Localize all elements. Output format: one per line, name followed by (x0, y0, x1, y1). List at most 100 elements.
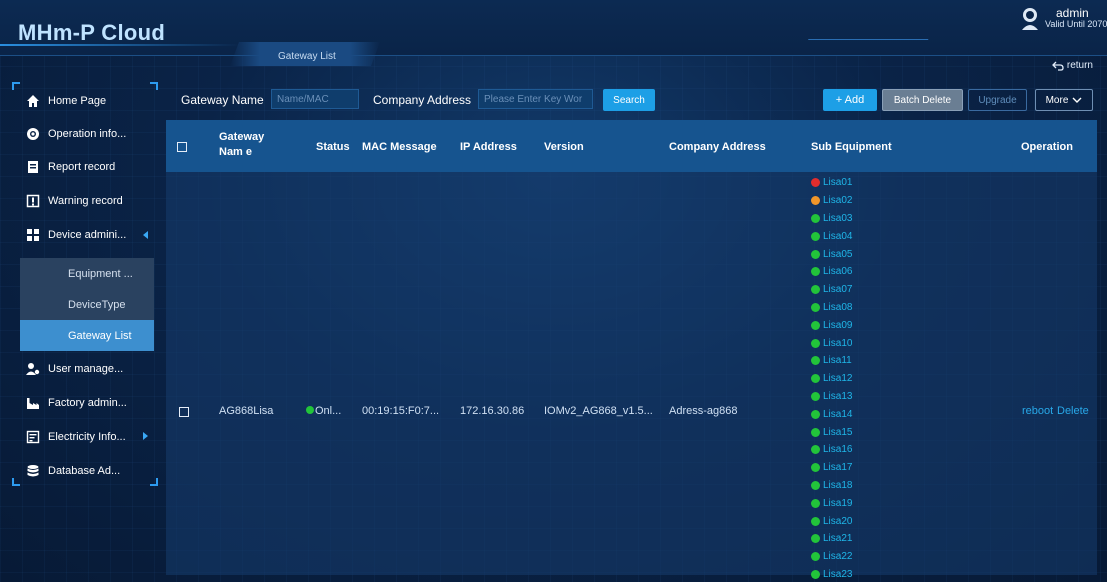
sub-equipment-label: Lisa03 (823, 212, 853, 224)
sidebar-item-user-manage[interactable]: User manage... (16, 352, 154, 386)
status-dot (811, 445, 820, 455)
sub-equipment-item[interactable]: Lisa08 (811, 299, 961, 317)
column-header-mac[interactable]: MAC Message (362, 141, 437, 153)
column-header-sub-equipment[interactable]: Sub Equipment (811, 141, 892, 153)
status-dot (811, 249, 820, 259)
status-dot (811, 374, 820, 384)
sub-equipment-item[interactable]: Lisa23 (811, 566, 961, 582)
sidebar-item-label: Device admini... (48, 229, 127, 241)
sub-equipment-item[interactable]: Lisa20 (811, 512, 961, 530)
sidebar-subitem-devicetype[interactable]: DeviceType (20, 289, 154, 320)
users-icon (26, 363, 40, 375)
status-text: Onl... (315, 405, 342, 417)
sidebar-item-factory-admin[interactable]: Factory admin... (16, 386, 154, 420)
sub-equipment-item[interactable]: Lisa04 (811, 227, 961, 245)
sidebar-item-device-admin[interactable]: Device admini... (16, 218, 154, 252)
upgrade-button[interactable]: Upgrade (968, 89, 1027, 111)
sub-equipment-item[interactable]: Lisa10 (811, 334, 961, 352)
return-icon (1051, 61, 1064, 71)
status-dot (811, 178, 820, 188)
gateway-name-label: Gateway Name (181, 93, 264, 107)
current-tab-label: Gateway List (278, 51, 336, 62)
sidebar-item-operation-info[interactable]: Operation info... (16, 117, 154, 151)
sub-equipment-item[interactable]: Lisa14 (811, 405, 961, 423)
reboot-link[interactable]: reboot (1022, 405, 1053, 417)
sub-equipment-item[interactable]: Lisa21 (811, 530, 961, 548)
sub-equipment-item[interactable]: Lisa02 (811, 192, 961, 210)
sub-equipment-item[interactable]: Lisa17 (811, 459, 961, 477)
sidebar-item-label: Factory admin... (48, 397, 127, 409)
expand-arrow-icon (143, 231, 148, 239)
batch-delete-button[interactable]: Batch Delete (882, 89, 963, 111)
sub-equipment-label: Lisa11 (823, 355, 852, 367)
sidebar-item-label: Electricity Info... (48, 431, 126, 443)
status-dot (811, 302, 820, 312)
sub-equipment-label: Lisa04 (823, 230, 853, 242)
status-dot (811, 356, 820, 366)
grid-icon (27, 229, 39, 241)
company-address-input[interactable] (478, 89, 593, 109)
sidebar-item-report-record[interactable]: Report record (16, 150, 154, 184)
gateway-table: Gateway Nam e Status MAC Message IP Addr… (166, 120, 1097, 580)
sidebar-subitem-equipment[interactable]: Equipment ... (20, 258, 154, 289)
sub-equipment-label: Lisa19 (823, 497, 853, 509)
sidebar: Home Page Operation info... Report recor… (12, 82, 158, 486)
sub-equipment-item[interactable]: Lisa01 (811, 174, 961, 192)
gateway-name-input[interactable] (271, 89, 359, 109)
header-decoration (785, 0, 929, 40)
sub-equipment-label: Lisa07 (823, 284, 853, 296)
status-dot (811, 498, 820, 508)
status-dot (811, 480, 820, 490)
sub-equipment-item[interactable]: Lisa22 (811, 548, 961, 566)
sub-equipment-label: Lisa23 (823, 568, 853, 580)
sub-equipment-item[interactable]: Lisa13 (811, 388, 961, 406)
sub-equipment-item[interactable]: Lisa15 (811, 423, 961, 441)
sidebar-item-label: Home Page (48, 95, 107, 107)
sidebar-item-database-admin[interactable]: Database Ad... (16, 454, 154, 488)
status-dot (811, 285, 820, 295)
search-button[interactable]: Search (603, 89, 655, 111)
sidebar-subitem-label: Gateway List (68, 329, 132, 342)
column-header-version[interactable]: Version (544, 141, 584, 153)
return-label: return (1066, 60, 1093, 71)
sub-equipment-item[interactable]: Lisa11 (811, 352, 961, 370)
status-dot (811, 213, 820, 223)
status-dot (811, 338, 820, 348)
row-checkbox[interactable] (179, 407, 189, 417)
avatar-icon (1022, 8, 1038, 30)
sub-equipment-item[interactable]: Lisa12 (811, 370, 961, 388)
column-header-operation[interactable]: Operation (1021, 141, 1073, 153)
sub-equipment-item[interactable]: Lisa06 (811, 263, 961, 281)
sub-equipment-label: Lisa17 (823, 462, 853, 474)
sidebar-item-electricity-info[interactable]: Electricity Info... (16, 420, 154, 454)
cell-mac: 00:19:15:F0:7... (362, 405, 440, 417)
sub-equipment-item[interactable]: Lisa03 (811, 210, 961, 228)
sub-equipment-item[interactable]: Lisa18 (811, 477, 961, 495)
sidebar-subitem-gateway-list[interactable]: Gateway List (20, 320, 154, 351)
user-valid-until: Valid Until 2070-12-31 (1045, 19, 1107, 29)
column-header-ip[interactable]: IP Address (460, 141, 517, 153)
sub-equipment-label: Lisa18 (823, 479, 853, 491)
return-button[interactable]: return (1051, 60, 1093, 71)
sub-equipment-item[interactable]: Lisa07 (811, 281, 961, 299)
sidebar-item-warning-record[interactable]: Warning record (16, 184, 154, 218)
status-dot (811, 427, 820, 437)
more-button[interactable]: More (1035, 89, 1093, 111)
sub-equipment-item[interactable]: Lisa19 (811, 494, 961, 512)
select-all-checkbox[interactable] (177, 142, 187, 152)
delete-link[interactable]: Delete (1057, 405, 1089, 417)
add-button[interactable]: + Add (823, 89, 877, 111)
sub-equipment-label: Lisa02 (823, 195, 853, 207)
sidebar-item-home[interactable]: Home Page (16, 84, 154, 118)
column-header-gateway-name[interactable]: Gateway Nam e (219, 130, 289, 160)
status-dot (811, 391, 820, 401)
column-header-company[interactable]: Company Address (669, 141, 766, 153)
sub-equipment-item[interactable]: Lisa09 (811, 316, 961, 334)
electricity-icon (26, 430, 40, 444)
column-header-status[interactable]: Status (316, 141, 350, 153)
database-icon (27, 465, 39, 477)
sub-equipment-item[interactable]: Lisa16 (811, 441, 961, 459)
cell-version: IOMv2_AG868_v1.5... (544, 405, 653, 417)
sub-equipment-item[interactable]: Lisa05 (811, 245, 961, 263)
status-dot (811, 552, 820, 562)
